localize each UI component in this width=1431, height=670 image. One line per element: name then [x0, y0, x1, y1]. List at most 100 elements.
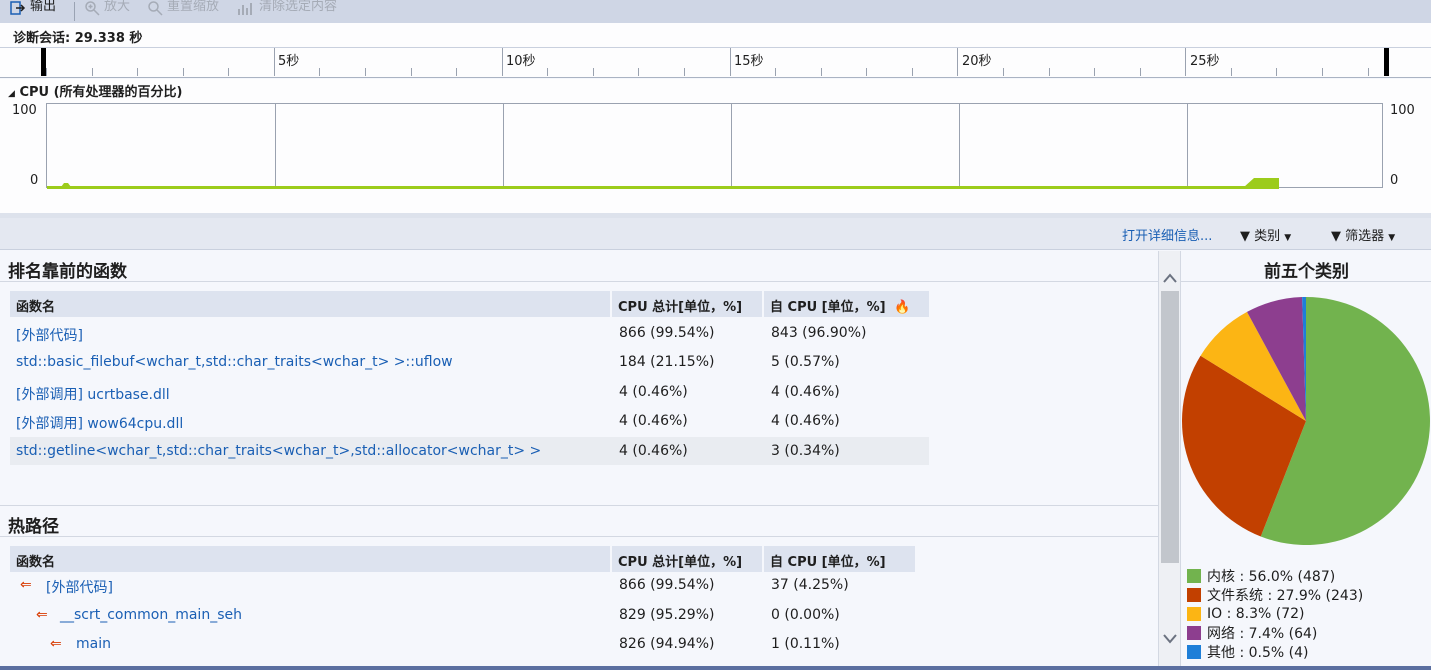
open-details-link[interactable]: 打开详细信息... [1122, 225, 1212, 244]
function-name[interactable]: [外部调用] wow64cpu.dll [16, 407, 183, 436]
ruler-label-10s: 10秒 [506, 54, 536, 69]
col-header-self-cpu-label: 自 CPU [单位，%] [770, 300, 886, 315]
function-name[interactable]: std::getline<wchar_t,std::char_traits<wc… [16, 437, 541, 466]
output-button[interactable]: 输出 [10, 0, 56, 23]
legend-label: 内核 : 56.0% (487) [1207, 568, 1336, 585]
ruler-minor-tick [411, 68, 412, 76]
self-cpu: 5 (0.57%) [771, 354, 840, 370]
self-cpu: 843 (96.90%) [771, 325, 867, 341]
function-name[interactable]: [外部代码] [16, 319, 83, 348]
ruler-minor-tick [547, 68, 548, 76]
session-duration: 诊断会话: 29.338 秒 [0, 23, 1431, 48]
ruler-minor-tick [1276, 68, 1277, 76]
col-header-function[interactable]: 函数名 [10, 291, 610, 317]
categories-title: 前五个类别 [1264, 262, 1349, 282]
ruler-label-25s: 25秒 [1190, 54, 1220, 69]
hot-path-icon: ⇐ [20, 577, 32, 593]
ruler-minor-tick [92, 68, 93, 76]
legend-item[interactable]: 内核 : 56.0% (487) [1187, 566, 1335, 585]
legend-label: IO : 8.3% (72) [1207, 605, 1305, 622]
legend-swatch [1187, 606, 1201, 621]
cpu-title[interactable]: ◢ CPU (所有处理器的百分比) [8, 81, 183, 100]
function-name[interactable]: __scrt_common_main_seh [60, 601, 242, 630]
ruler-major-tick [502, 48, 503, 76]
ruler-minor-tick [684, 68, 685, 76]
legend-item[interactable]: 文件系统 : 27.9% (243) [1187, 585, 1363, 604]
col-header-cpu-total[interactable]: CPU 总计[单位，%] [612, 546, 762, 572]
function-name[interactable]: main [76, 630, 111, 659]
time-ruler[interactable]: 5秒 10秒 15秒 20秒 25秒 [0, 48, 1431, 78]
col-header-function[interactable]: 函数名 [10, 546, 610, 572]
legend-label: 文件系统 : 27.9% (243) [1207, 587, 1364, 604]
filter-dropdown[interactable]: ▼ 筛选器 ▼ [1331, 225, 1395, 244]
self-cpu: 4 (0.46%) [771, 413, 840, 429]
chevron-up-icon[interactable] [1162, 271, 1178, 285]
ruler-label-15s: 15秒 [734, 54, 764, 69]
divider [0, 281, 1158, 282]
cpu-y-min-right: 0 [1390, 173, 1399, 188]
filter-label: 筛选器 [1345, 229, 1385, 244]
legend-item[interactable]: IO : 8.3% (72) [1187, 604, 1305, 623]
function-name[interactable]: [外部调用] ucrtbase.dll [16, 378, 170, 407]
reset-zoom-button[interactable]: 重置缩放 [147, 0, 219, 23]
cpu-y-max-left: 100 [12, 103, 37, 118]
vertical-scrollbar[interactable] [1158, 251, 1180, 670]
self-cpu: 0 (0.00%) [771, 607, 840, 623]
cpu-total: 826 (94.94%) [619, 636, 715, 652]
ruler-minor-tick [775, 68, 776, 76]
ruler-end-handle[interactable] [1384, 48, 1389, 76]
cpu-y-min-left: 0 [30, 173, 39, 188]
col-header-self-cpu[interactable]: 自 CPU [单位，%] [764, 546, 915, 572]
ruler-minor-tick [319, 68, 320, 76]
legend-label: 其他 : 0.5% (4) [1207, 644, 1309, 661]
ruler-minor-tick [593, 68, 594, 76]
legend-swatch [1187, 568, 1201, 583]
collapse-triangle-icon[interactable]: ◢ [8, 89, 15, 99]
cpu-total: 866 (99.54%) [619, 325, 715, 341]
ruler-minor-tick [1368, 68, 1369, 76]
scrollbar-thumb[interactable] [1161, 291, 1179, 563]
zoom-in-icon [85, 0, 100, 16]
self-cpu: 37 (4.25%) [771, 577, 849, 593]
legend-item[interactable]: 其他 : 0.5% (4) [1187, 642, 1308, 661]
ruler-minor-tick [1003, 68, 1004, 76]
functions-panel: 排名靠前的函数 函数名 CPU 总计[单位，%] 自 CPU [单位，%] 🔥 … [0, 251, 1158, 670]
function-name[interactable]: [外部代码] [46, 571, 113, 600]
ruler-minor-tick [183, 68, 184, 76]
col-header-self-cpu[interactable]: 自 CPU [单位，%] 🔥 [764, 291, 929, 317]
cpu-total: 4 (0.46%) [619, 413, 688, 429]
ruler-minor-tick [1322, 68, 1323, 76]
cpu-total: 866 (99.54%) [619, 577, 715, 593]
cpu-graph[interactable] [46, 103, 1383, 189]
zoom-in-button[interactable]: 放大 [84, 0, 130, 23]
legend-label: 网络 : 7.4% (64) [1207, 625, 1318, 642]
cpu-total: 184 (21.15%) [619, 354, 715, 370]
col-header-cpu-total[interactable]: CPU 总计[单位，%] [612, 291, 762, 317]
chevron-down-icon: ▼ [1388, 233, 1396, 243]
clear-selection-button[interactable]: 清除选定内容 [237, 0, 337, 23]
divider [0, 505, 1158, 506]
hot-path-icon: ⇐ [50, 636, 62, 652]
divider [0, 536, 1158, 537]
chevron-down-icon[interactable] [1162, 631, 1178, 645]
ruler-minor-tick [1140, 68, 1141, 76]
legend-item[interactable]: 网络 : 7.4% (64) [1187, 623, 1317, 642]
category-dropdown[interactable]: ▼ 类别 ▼ [1240, 225, 1291, 244]
ruler-minor-tick [821, 68, 822, 76]
ruler-major-tick [1185, 48, 1186, 76]
category-label: 类别 [1254, 229, 1281, 244]
ruler-minor-tick [228, 68, 229, 76]
function-name[interactable]: std::basic_filebuf<wchar_t,std::char_tra… [16, 348, 453, 377]
categories-pie-chart[interactable] [1181, 291, 1431, 553]
categories-panel: 前五个类别 内核 : 56.0% (487) 文件系统 : 27.9% (243… [1180, 251, 1431, 670]
ruler-minor-tick [365, 68, 366, 76]
ruler-minor-tick [456, 68, 457, 76]
hot-path-title: 热路径 [8, 517, 59, 537]
ruler-major-tick [730, 48, 731, 76]
ruler-minor-tick [137, 68, 138, 76]
ruler-minor-tick [912, 68, 913, 76]
cpu-total: 829 (95.29%) [619, 607, 715, 623]
toolbar: 输出 放大 重置缩放 清除选定内容 [0, 0, 1431, 23]
cpu-title-text: CPU (所有处理器的百分比) [19, 85, 183, 100]
output-icon [10, 0, 26, 15]
